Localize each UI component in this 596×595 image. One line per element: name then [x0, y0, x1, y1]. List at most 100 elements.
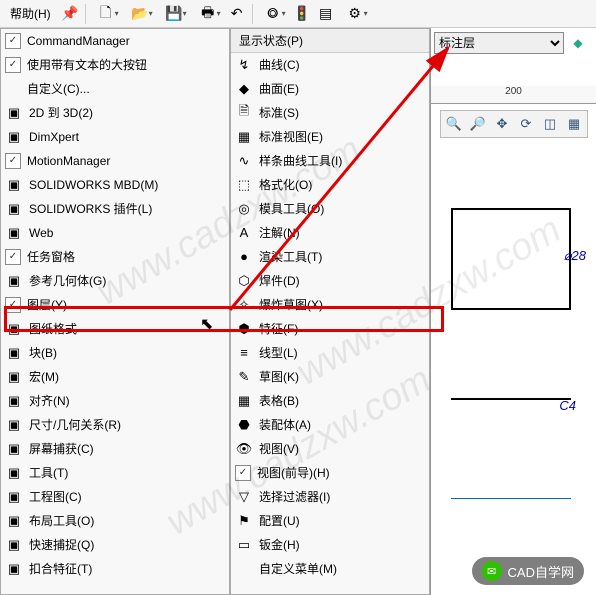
menu-item[interactable]: ✎草图(K): [231, 365, 429, 389]
2d3d-icon: ▣: [5, 104, 23, 122]
menu-item-label: 格式化(O): [259, 176, 425, 193]
sheetmetal-icon: ▭: [235, 536, 253, 554]
section-icon[interactable]: ◫: [539, 113, 561, 135]
menu-item-label: 屏幕捕获(C): [29, 440, 225, 457]
pin-icon[interactable]: 📌: [59, 3, 81, 25]
menu-item[interactable]: ▣宏(M): [1, 365, 229, 389]
menu-item-label: 注解(N): [259, 224, 425, 241]
menu-item[interactable]: ▦标准视图(E): [231, 125, 429, 149]
surface-icon: ◆: [235, 80, 253, 98]
menu-item[interactable]: ✓视图(前导)(H): [231, 461, 429, 485]
help-menu[interactable]: 帮助(H): [4, 5, 57, 22]
zoom-area-icon[interactable]: 🔎: [467, 113, 489, 135]
menu-item[interactable]: ⬣装配体(A): [231, 413, 429, 437]
menu-item[interactable]: 🗎标准(S): [231, 101, 429, 125]
menu-item-label: 对齐(N): [29, 392, 225, 409]
curve-icon: ↯: [235, 56, 253, 74]
layer-stack-icon[interactable]: ◆: [568, 33, 588, 53]
menu-item[interactable]: ▣SOLIDWORKS MBD(M): [1, 173, 229, 197]
display-icon[interactable]: ▦: [563, 113, 585, 135]
menu-item-label: CommandManager: [27, 34, 225, 48]
traffic-icon[interactable]: 🚦: [291, 3, 313, 25]
menu-item-label: 参考几何体(G): [29, 272, 225, 289]
menu-item[interactable]: ▣SOLIDWORKS 插件(L): [1, 197, 229, 221]
menu-item[interactable]: ▣ 屏幕捕获(C): [1, 437, 229, 461]
menu-item[interactable]: ▣图纸格式: [1, 317, 229, 341]
menu-item[interactable]: ⬚格式化(O): [231, 173, 429, 197]
menu-item[interactable]: ✓图层(Y): [1, 293, 229, 317]
align-icon: ▣: [5, 392, 23, 410]
save-button[interactable]: 💾: [158, 3, 190, 25]
new-file-button[interactable]: 🗋: [90, 3, 122, 25]
zoom-fit-icon[interactable]: 🔍: [443, 113, 465, 135]
menu-item-label: 扣合特征(T): [29, 560, 225, 577]
menu-item[interactable]: ▣布局工具(O): [1, 509, 229, 533]
menu-item[interactable]: 👁视图(V): [231, 437, 429, 461]
menu-item[interactable]: ✓任务窗格: [1, 245, 229, 269]
pan-icon[interactable]: ✥: [491, 113, 513, 135]
list-icon[interactable]: ▤: [315, 3, 337, 25]
select-tool-button[interactable]: ⭗: [257, 3, 289, 25]
open-file-button[interactable]: 📂: [124, 3, 156, 25]
menu-item[interactable]: ◎模具工具(O): [231, 197, 429, 221]
menu-item[interactable]: ✓ CommandManager: [1, 29, 229, 53]
menu-item[interactable]: ✧爆炸草图(X): [231, 293, 429, 317]
menu-item[interactable]: ◆曲面(E): [231, 77, 429, 101]
menu-item[interactable]: ▭钣金(H): [231, 533, 429, 557]
menu-item[interactable]: ✓使用带有文本的大按钮: [1, 53, 229, 77]
menu-item[interactable]: ▣Web: [1, 221, 229, 245]
menu-item[interactable]: ▦表格(B): [231, 389, 429, 413]
menu-item[interactable]: ▣ 尺寸/几何关系(R): [1, 413, 229, 437]
menu-item[interactable]: ▣快速捕捉(Q): [1, 533, 229, 557]
menu-item-label: MotionManager: [27, 154, 225, 168]
menu-item-label: 尺寸/几何关系(R): [29, 416, 225, 433]
badge-text: CAD自学网: [508, 562, 574, 581]
menu-item[interactable]: ▣扣合特征(T): [1, 557, 229, 581]
menu-item[interactable]: ⚑配置(U): [231, 509, 429, 533]
menu-item[interactable]: ▣2D 到 3D(2): [1, 101, 229, 125]
mbd-icon: ▣: [5, 176, 23, 194]
menu-item[interactable]: ↯曲线(C): [231, 53, 429, 77]
menu-item-label: DimXpert: [29, 130, 225, 144]
menu-item[interactable]: 自定义(C)...: [1, 77, 229, 101]
menu-item[interactable]: ●渲染工具(T): [231, 245, 429, 269]
sheet-icon: ▣: [5, 320, 23, 338]
menu-item[interactable]: ▣工程图(C): [1, 485, 229, 509]
menu-item[interactable]: ⬢特征(F): [231, 317, 429, 341]
dimrel-icon: ▣: [5, 416, 23, 434]
submenu-header[interactable]: 显示状态(P): [231, 29, 429, 53]
capture-icon: ▣: [5, 440, 23, 458]
menu-item[interactable]: ▣块(B): [1, 341, 229, 365]
print-button[interactable]: 🖶: [192, 3, 224, 25]
menu-item[interactable]: ∿样条曲线工具(I): [231, 149, 429, 173]
menu-item[interactable]: ≡线型(L): [231, 341, 429, 365]
rotate-icon[interactable]: ⟳: [515, 113, 537, 135]
drawing-icon: ▣: [5, 488, 23, 506]
layer-dropdown[interactable]: 标注层: [434, 32, 564, 54]
settings-button[interactable]: ⚙: [339, 3, 371, 25]
undo-button[interactable]: ↶: [226, 3, 248, 25]
drawing-canvas[interactable]: 200 🔍 🔎 ✥ ⟳ ◫ ▦ ⌀28 C4: [430, 28, 596, 595]
menu-item[interactable]: ⬡焊件(D): [231, 269, 429, 293]
snap-icon: ▣: [5, 536, 23, 554]
menu-item[interactable]: ▽选择过滤器(I): [231, 485, 429, 509]
checkmark-icon: ✓: [5, 153, 21, 169]
menu-item[interactable]: ▣DimXpert: [1, 125, 229, 149]
checkmark-icon: ✓: [235, 465, 251, 481]
checkmark-icon: ✓: [5, 33, 21, 49]
menu-item-label: 自定义(C)...: [27, 80, 225, 97]
menu-item[interactable]: ✓ MotionManager: [1, 149, 229, 173]
menu-item-label: 渲染工具(T): [259, 248, 425, 265]
block-icon: ▣: [5, 344, 23, 362]
menu-item[interactable]: ▣参考几何体(G): [1, 269, 229, 293]
config-icon: ⚑: [235, 512, 253, 530]
menu-item-label: 布局工具(O): [29, 512, 225, 529]
menu-item[interactable]: ▣ 对齐(N): [1, 389, 229, 413]
menu-item-label: 标准视图(E): [259, 128, 425, 145]
view-icon: 👁: [235, 440, 253, 458]
menu-item-customize[interactable]: 自定义菜单(M): [231, 557, 429, 581]
mold-icon: ◎: [235, 200, 253, 218]
menu-item[interactable]: ▣工具(T): [1, 461, 229, 485]
menu-item[interactable]: A注解(N): [231, 221, 429, 245]
sketch-icon: ✎: [235, 368, 253, 386]
